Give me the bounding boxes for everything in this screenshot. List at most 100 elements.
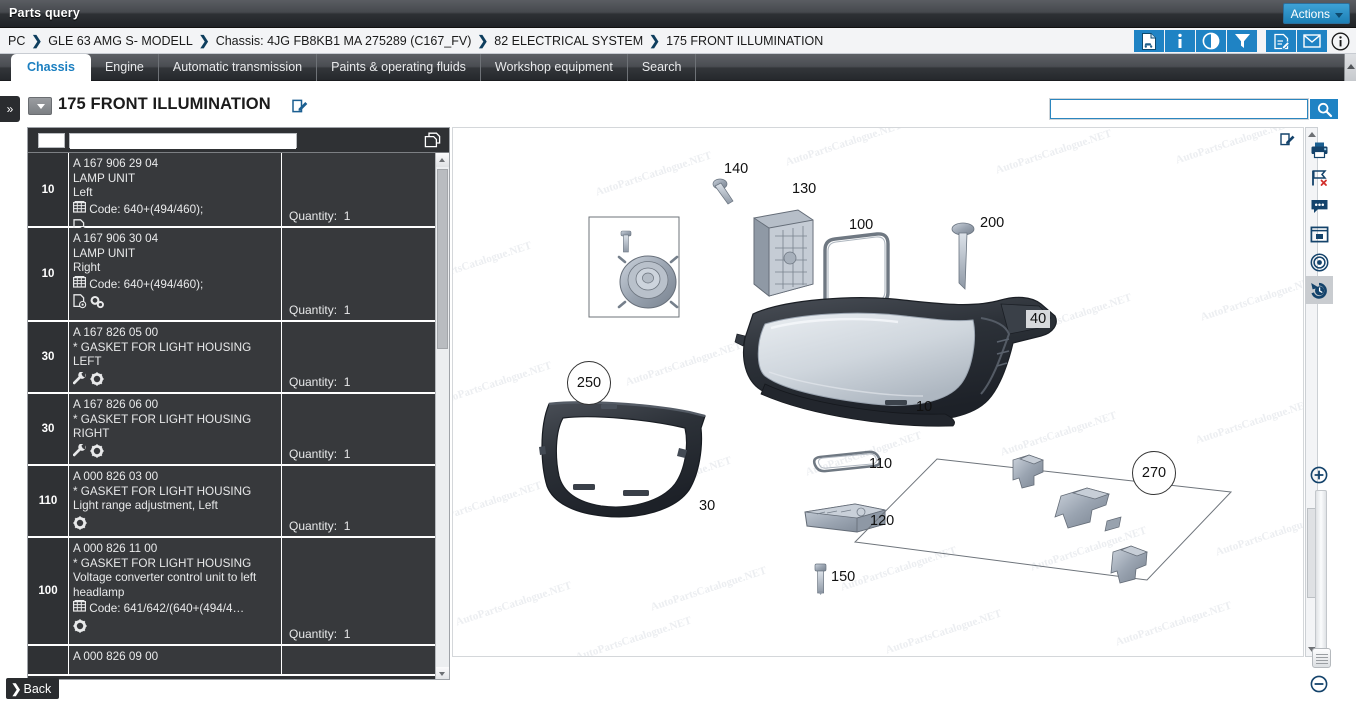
callout-120[interactable]: 120 bbox=[870, 513, 894, 529]
table-row[interactable]: 10 A 167 906 29 04 LAMP UNIT Left Code: … bbox=[28, 153, 437, 234]
part-position: 10 bbox=[28, 153, 69, 226]
parts-list-scrollbar[interactable] bbox=[435, 153, 449, 679]
part-position bbox=[28, 646, 69, 674]
gear-icon[interactable] bbox=[90, 371, 104, 386]
part-icons bbox=[73, 618, 276, 638]
table-row[interactable]: 30 A 167 826 06 00 * GASKET FOR LIGHT HO… bbox=[28, 394, 437, 466]
parts-diagram[interactable]: AutoPartsCatalogue.NET AutoPartsCatalogu… bbox=[452, 127, 1304, 657]
gears-icon[interactable] bbox=[90, 295, 105, 309]
part-number: A 167 906 30 04 bbox=[73, 232, 159, 245]
callout-250[interactable]: 250 bbox=[567, 361, 611, 405]
part-quantity: Quantity: 1 bbox=[289, 519, 351, 533]
part-quantity-cell bbox=[282, 646, 437, 674]
history-undo-icon[interactable] bbox=[1305, 276, 1333, 304]
breadcrumb-item-4[interactable]: 175 FRONT ILLUMINATION bbox=[666, 34, 823, 48]
zoom-slider-track[interactable] bbox=[1315, 490, 1327, 665]
tab-scroll-up[interactable] bbox=[1344, 54, 1356, 81]
info-icon[interactable] bbox=[1165, 30, 1195, 52]
diagram-edit-icon[interactable] bbox=[1280, 132, 1295, 149]
callout-110[interactable]: 110 bbox=[869, 456, 892, 472]
print-icon[interactable] bbox=[1305, 136, 1333, 164]
part-quantity-cell: Quantity: 1 bbox=[282, 466, 437, 536]
info-circle-icon[interactable] bbox=[1328, 30, 1352, 52]
parts-query-window: Parts query Actions PC ❯ GLE 63 AMG S- M… bbox=[0, 0, 1356, 701]
breadcrumb-bar: PC ❯ GLE 63 AMG S- MODELL ❯ Chassis: 4JG… bbox=[0, 28, 1356, 54]
part-quantity: Quantity: 1 bbox=[289, 447, 351, 461]
scrollbar-thumb[interactable] bbox=[437, 169, 448, 349]
breadcrumb-item-0[interactable]: PC bbox=[8, 34, 25, 48]
zoom-out-button[interactable] bbox=[1310, 675, 1328, 696]
target-icon[interactable] bbox=[1305, 248, 1333, 276]
document-gear-icon[interactable] bbox=[73, 294, 87, 309]
scroll-down-button[interactable] bbox=[436, 667, 449, 679]
flag-remove-icon[interactable] bbox=[1305, 164, 1333, 192]
part-side: LEFT bbox=[73, 355, 102, 368]
comment-icon[interactable] bbox=[1305, 192, 1333, 220]
breadcrumb-separator-icon: ❯ bbox=[649, 33, 661, 48]
gear-icon[interactable] bbox=[90, 443, 104, 458]
tab-automatic-transmission[interactable]: Automatic transmission bbox=[159, 54, 318, 81]
gear-icon[interactable] bbox=[73, 515, 87, 530]
part-description: A 167 826 05 00 * GASKET FOR LIGHT HOUSI… bbox=[69, 322, 282, 392]
callout-30[interactable]: 30 bbox=[699, 498, 715, 514]
section-collapse-button[interactable] bbox=[28, 97, 52, 115]
section-edit-icon[interactable] bbox=[292, 98, 308, 116]
table-row[interactable]: 100 A 000 826 11 00 * GASKET FOR LIGHT H… bbox=[28, 538, 437, 646]
tab-workshop-equipment[interactable]: Workshop equipment bbox=[481, 54, 628, 81]
part-description: A 000 826 09 00 bbox=[69, 646, 282, 674]
scroll-up-button[interactable] bbox=[436, 153, 449, 167]
tab-list: Chassis Engine Automatic transmission Pa… bbox=[0, 54, 697, 81]
diagram-search-button[interactable] bbox=[1310, 99, 1338, 119]
part-number: A 000 826 03 00 bbox=[73, 470, 159, 483]
sidebar-expand-button[interactable]: » bbox=[0, 96, 20, 122]
tab-search[interactable]: Search bbox=[628, 54, 697, 81]
zoom-slider-thumb[interactable] bbox=[1312, 648, 1331, 668]
breadcrumb-item-1[interactable]: GLE 63 AMG S- MODELL bbox=[48, 34, 193, 48]
callout-40[interactable]: 40 bbox=[1026, 310, 1051, 328]
parts-filter-field[interactable] bbox=[70, 135, 296, 149]
parts-filter-input[interactable] bbox=[69, 133, 297, 149]
callout-150[interactable]: 150 bbox=[831, 569, 855, 585]
diagram-search-input[interactable] bbox=[1049, 98, 1309, 120]
parts-rows[interactable]: 10 A 167 906 29 04 LAMP UNIT Left Code: … bbox=[28, 153, 449, 679]
table-row[interactable]: 110 A 000 826 03 00 * GASKET FOR LIGHT H… bbox=[28, 466, 437, 538]
chevron-down-icon bbox=[1335, 13, 1343, 18]
part-name: * GASKET FOR LIGHT HOUSING bbox=[73, 412, 252, 426]
breadcrumb-item-2[interactable]: Chassis: 4JG FB8KB1 MA 275289 (C167_FV) bbox=[216, 34, 472, 48]
wrench-icon[interactable] bbox=[73, 371, 87, 386]
actions-dropdown[interactable]: Actions bbox=[1282, 3, 1350, 24]
breadcrumb-toolbar bbox=[1134, 30, 1352, 52]
callout-130[interactable]: 130 bbox=[792, 181, 816, 197]
back-button[interactable]: ❯ Back bbox=[6, 678, 60, 699]
part-description: A 000 826 11 00 * GASKET FOR LIGHT HOUSI… bbox=[69, 538, 282, 644]
select-all-checkbox[interactable] bbox=[38, 133, 65, 148]
mail-icon[interactable] bbox=[1297, 30, 1327, 52]
callout-10[interactable]: 10 bbox=[916, 399, 932, 415]
table-row[interactable]: A 000 826 09 00 bbox=[28, 646, 437, 676]
table-row[interactable]: 10 A 167 906 30 04 LAMP UNIT Right Code:… bbox=[28, 228, 437, 322]
callout-270[interactable]: 270 bbox=[1132, 451, 1176, 495]
part-quantity-cell: Quantity: 1 bbox=[282, 228, 437, 320]
contrast-icon[interactable] bbox=[1196, 30, 1226, 52]
zoom-in-button[interactable] bbox=[1310, 466, 1328, 487]
part-position: 30 bbox=[28, 322, 69, 392]
chevron-up-icon bbox=[439, 158, 445, 162]
copy-icon[interactable] bbox=[424, 132, 441, 151]
vehicle-document-icon[interactable] bbox=[1134, 30, 1164, 52]
filter-icon[interactable] bbox=[1227, 30, 1257, 52]
callout-140[interactable]: 140 bbox=[724, 161, 748, 177]
callout-100[interactable]: 100 bbox=[849, 217, 873, 233]
callout-200[interactable]: 200 bbox=[980, 215, 1004, 231]
tab-chassis[interactable]: Chassis bbox=[11, 54, 91, 81]
actions-label: Actions bbox=[1290, 7, 1330, 21]
tab-engine[interactable]: Engine bbox=[91, 54, 159, 81]
diagram-search-field[interactable] bbox=[1051, 100, 1307, 118]
table-icon bbox=[73, 275, 87, 288]
table-row[interactable]: 30 A 167 826 05 00 * GASKET FOR LIGHT HO… bbox=[28, 322, 437, 394]
tab-paints-operating-fluids[interactable]: Paints & operating fluids bbox=[317, 54, 481, 81]
gear-icon[interactable] bbox=[73, 618, 87, 633]
breadcrumb-item-3[interactable]: 82 ELECTRICAL SYSTEM bbox=[494, 34, 643, 48]
document-edit-icon[interactable] bbox=[1266, 30, 1296, 52]
wrench-icon[interactable] bbox=[73, 443, 87, 458]
window-icon[interactable] bbox=[1305, 220, 1333, 248]
